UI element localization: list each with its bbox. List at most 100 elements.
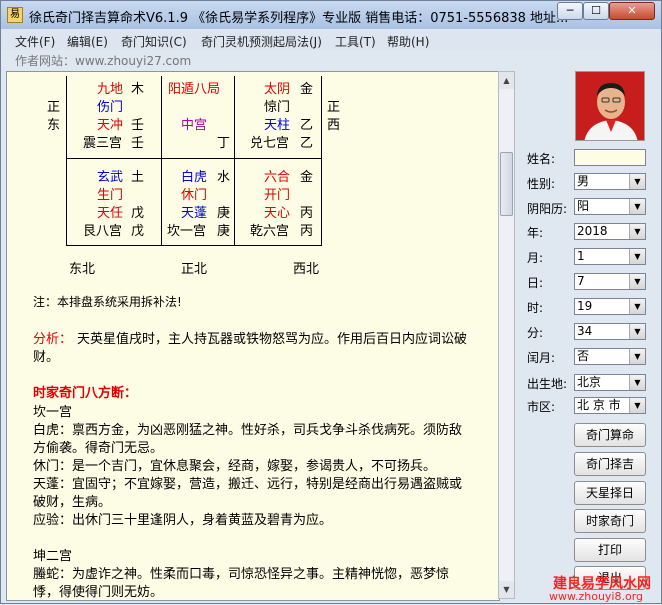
grid-line-middle	[66, 158, 322, 159]
month-value: 1	[577, 249, 585, 263]
section-title: 时家奇门八方断：	[33, 386, 138, 401]
qimen-fortune-button[interactable]: 奇门算命	[574, 423, 646, 447]
leap-month-value: 否	[577, 349, 590, 363]
hour-label: 时:	[527, 301, 544, 315]
stem: 壬	[131, 118, 145, 133]
stem: 丙	[300, 206, 314, 221]
minimize-button[interactable]: ─	[557, 2, 583, 20]
hour-select[interactable]: 19 ▼	[574, 298, 646, 315]
deity: 玄武	[97, 170, 124, 185]
analysis-label: 分析：	[33, 332, 73, 347]
door: 开门	[264, 188, 291, 203]
year-select[interactable]: 2018 ▼	[574, 223, 646, 240]
hour-value: 19	[577, 299, 593, 313]
maximize-button[interactable]: ☐	[583, 2, 609, 20]
yingyan-line: 应验：出休门三十里逢阴人，身着黄蓝及碧青为应。	[33, 513, 333, 528]
name-input[interactable]	[574, 149, 646, 166]
stem: 壬	[131, 136, 145, 151]
dun-ju: 阳遁八局	[168, 82, 221, 97]
day-value: 7	[577, 274, 585, 288]
menu-qimen-knowledge[interactable]: 奇门知识(C)	[121, 33, 187, 50]
district-value: 北 京 市	[577, 398, 621, 412]
shijia-qimen-button[interactable]: 时家奇门	[574, 509, 646, 533]
scroll-thumb[interactable]	[500, 152, 513, 216]
vertical-scrollbar[interactable]: ▲ ▼	[498, 71, 515, 599]
minute-label: 分:	[527, 326, 544, 340]
district-label: 市区:	[527, 400, 556, 414]
star: 天柱	[264, 118, 291, 133]
dir-bottom-1: 东北	[69, 262, 96, 277]
district-select[interactable]: 北 京 市 ▼	[574, 397, 646, 414]
result-text-area[interactable]: 正 东 正 西 九地 木 伤门 天冲 壬 震三宫 壬 阳遁八局 中宫 丁 太阴	[6, 71, 500, 601]
analysis-line-2: 财。	[33, 350, 60, 365]
menu-edit[interactable]: 编辑(E)	[67, 33, 108, 50]
app-window: 易 徐氏奇门择吉算命术V6.1.9 《徐氏易学系列程序》专业版 销售电话：075…	[0, 0, 662, 604]
palace-name: 兑七宫	[250, 136, 290, 151]
gender-label: 性别:	[527, 177, 556, 191]
menu-tools[interactable]: 工具(T)	[335, 33, 376, 50]
chevron-down-icon[interactable]: ▼	[629, 324, 645, 339]
stem: 戊	[131, 224, 145, 239]
tengshe-line-2: 悸，得使得门则无妨。	[33, 585, 164, 600]
input-panel: 姓名: 性别: 男 ▼ 阴阳历: 阳 ▼ 年: 2018 ▼ 月: 1 ▼ 日: 7 ▼ …	[519, 71, 659, 599]
chevron-down-icon[interactable]: ▼	[629, 199, 645, 214]
print-button[interactable]: 打印	[574, 538, 646, 562]
chevron-down-icon[interactable]: ▼	[629, 224, 645, 239]
element: 金	[300, 82, 314, 97]
door: 惊门	[264, 100, 291, 115]
minute-select[interactable]: 34 ▼	[574, 323, 646, 340]
star: 天蓬	[181, 206, 208, 221]
star: 天冲	[97, 118, 124, 133]
calendar-select[interactable]: 阳 ▼	[574, 198, 646, 215]
qimen-auspicious-button[interactable]: 奇门择吉	[574, 452, 646, 476]
stem: 庚	[217, 224, 231, 239]
month-select[interactable]: 1 ▼	[574, 248, 646, 265]
dir-left-1: 正	[47, 100, 61, 115]
stem: 乙	[300, 118, 314, 133]
chevron-down-icon[interactable]: ▼	[629, 375, 645, 390]
tengshe-line-1: 螣蛇：为虚诈之神。性柔而口毒，司惊恐怪异之事。主精神恍惚，恶梦惊	[33, 567, 450, 582]
minute-value: 34	[577, 324, 593, 338]
chevron-down-icon[interactable]: ▼	[629, 299, 645, 314]
grid-line-mid2	[234, 76, 235, 246]
element: 木	[131, 82, 145, 97]
app-icon: 易	[7, 7, 23, 23]
birthplace-select[interactable]: 北京 ▼	[574, 374, 646, 391]
deity: 九地	[97, 82, 124, 97]
dir-left-2: 东	[47, 118, 61, 133]
close-button[interactable]: ✕	[609, 2, 655, 20]
chevron-down-icon[interactable]: ▼	[629, 174, 645, 189]
menu-bar: 文件(F) 编辑(E) 奇门知识(C) 奇门灵机预测起局法(J) 工具(T) 帮…	[1, 30, 661, 50]
analysis-line-1: 天英星值戌时，主人持瓦器或铁物怒骂为应。作用后百日内应词讼破	[77, 332, 468, 347]
dir-bottom-3: 西北	[293, 262, 320, 277]
chevron-down-icon[interactable]: ▼	[629, 398, 645, 413]
menu-help[interactable]: 帮助(H)	[387, 33, 429, 50]
month-label: 月:	[527, 251, 544, 265]
tianxing-date-button[interactable]: 天星择日	[574, 481, 646, 505]
day-label: 日:	[527, 276, 544, 290]
chevron-down-icon[interactable]: ▼	[629, 349, 645, 364]
chevron-down-icon[interactable]: ▼	[629, 249, 645, 264]
menu-qimen-lingji[interactable]: 奇门灵机预测起局法(J)	[201, 33, 322, 50]
element: 水	[217, 170, 231, 185]
grid-line-bottom	[66, 245, 322, 246]
chevron-down-icon[interactable]: ▼	[629, 274, 645, 289]
tianpeng-line-1: 天蓬：宜固守；不宜嫁娶，营造，搬迁、远行，特别是经商出行易遇盗贼或	[33, 477, 463, 492]
palace-name: 震三宫	[83, 136, 123, 151]
menu-file[interactable]: 文件(F)	[15, 33, 55, 50]
scroll-up-arrow-icon[interactable]: ▲	[499, 72, 514, 89]
palace-name: 坎一宫	[167, 224, 207, 239]
grid-line-right	[321, 76, 322, 246]
calendar-label: 阴阳历:	[527, 202, 568, 216]
xiumen-line: 休门：是一个吉门，宜休息聚会，经商，嫁娶，参谒贵人，不可扬兵。	[33, 459, 437, 474]
deity: 六合	[264, 170, 291, 185]
website-bar: 作者网站：www.zhouyi27.com	[1, 50, 661, 70]
website-text: 作者网站：www.zhouyi27.com	[15, 54, 192, 68]
leap-month-select[interactable]: 否 ▼	[574, 348, 646, 365]
grid-line-mid1	[161, 76, 162, 246]
window-title: 徐氏奇门择吉算命术V6.1.9 《徐氏易学系列程序》专业版 销售电话：0751-…	[29, 11, 569, 26]
watermark-line-2: www.zhouyi8.org	[549, 590, 644, 603]
gender-select[interactable]: 男 ▼	[574, 173, 646, 190]
scroll-down-arrow-icon[interactable]: ▼	[499, 581, 514, 598]
day-select[interactable]: 7 ▼	[574, 273, 646, 290]
